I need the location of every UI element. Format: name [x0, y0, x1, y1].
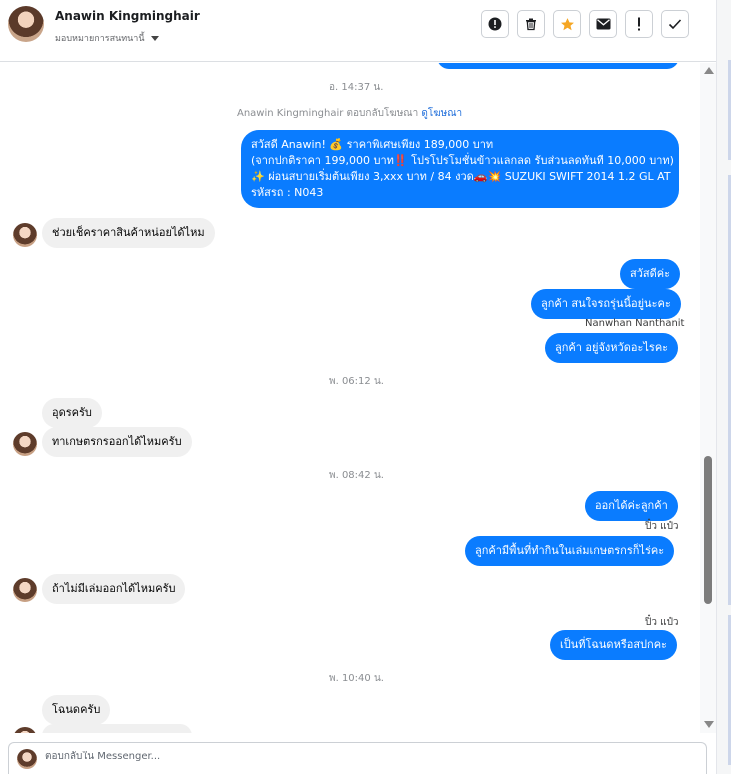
ad-message-line: รหัสรถ : N043: [251, 186, 324, 199]
customer-avatar: [13, 432, 37, 456]
scrollbar-thumb[interactable]: [704, 456, 712, 604]
customer-avatar: [13, 223, 37, 247]
caret-down-icon: [150, 35, 159, 41]
ad-message-line: ✨ ผ่อนสบายเริ่มต้นเพียง 3,xxx บาท / 84 ง…: [251, 170, 671, 183]
sender-name: ปิ๋ว แป๋ว: [645, 617, 679, 628]
message-bubble-outgoing[interactable]: ลูกค้ามีพื้นที่ทำกินในเล่มเกษตรกรก็ไร่คะ: [465, 536, 675, 566]
assign-label: มอบหมายการสนทนานี้: [55, 34, 145, 44]
timestamp: พ. 10:40 น.: [329, 673, 384, 684]
message-bubble-incoming[interactable]: โฉนดครับ: [42, 695, 111, 725]
customer-avatar: [13, 578, 37, 602]
action-toolbar: [481, 10, 689, 38]
message-bubble-outgoing[interactable]: ออกได้ค่ะลูกค้า: [585, 491, 678, 521]
conversation-header: Anawin Kingminghair มอบหมายการสนทนานี้: [0, 0, 716, 62]
sender-name: Nanwhan Nanthanit: [585, 318, 685, 329]
message-bubble-outgoing[interactable]: ลูกค้า สนใจรถรุ่นนี้อยู่นะคะ: [531, 289, 681, 319]
reply-composer: [8, 742, 707, 774]
alert-circle-icon: [488, 17, 502, 31]
ad-reply-notice: Anawin Kingminghair ตอบกลับโฆษณา ดูโฆษณา: [237, 106, 462, 121]
mark-unread-button[interactable]: [589, 10, 617, 38]
message-thread[interactable]: อ. 14:37 น. Anawin Kingminghair ตอบกลับโ…: [0, 63, 700, 733]
delete-button[interactable]: [517, 10, 545, 38]
checkmark-icon: [668, 19, 682, 30]
ad-reply-text: Anawin Kingminghair ตอบกลับโฆษณา: [237, 108, 419, 119]
message-bubble-incoming[interactable]: ทาเกษตรกรออกได้ไหมครับ: [42, 427, 192, 457]
message-bubble-incoming[interactable]: ช่วยเช็คราคาสินค้าหน่อยได้ไหม: [42, 218, 215, 248]
contact-name[interactable]: Anawin Kingminghair: [55, 9, 200, 23]
right-side-panel-edge: [716, 0, 731, 774]
envelope-icon: [596, 18, 610, 30]
message-bubble-incoming[interactable]: อุดรครับ: [42, 398, 102, 428]
sender-name: ปิ๋ว แป๋ว: [645, 521, 679, 532]
view-ad-link[interactable]: ดูโฆษณา: [421, 108, 462, 119]
mark-spam-button[interactable]: [481, 10, 509, 38]
ad-message-line: สวัสดี Anawin! 💰 ราคาพิเศษเพียง 189,000 …: [251, 138, 494, 151]
trash-icon: [526, 18, 536, 31]
page-avatar: [17, 749, 37, 769]
mark-done-button[interactable]: [661, 10, 689, 38]
thread-scrollbar[interactable]: [700, 63, 716, 733]
reply-input[interactable]: [45, 751, 685, 762]
timestamp: พ. 06:12 น.: [329, 376, 384, 387]
scroll-down-arrow-icon[interactable]: [704, 721, 714, 728]
star-button[interactable]: [553, 10, 581, 38]
message-bubble-outgoing[interactable]: สวัสดีค่ะ: [620, 259, 681, 289]
customer-avatar: [13, 727, 37, 733]
star-icon: [560, 17, 574, 30]
message-bubble-outgoing[interactable]: เป็นที่โฉนดหรือสปกคะ: [550, 630, 677, 660]
ad-message-line: (จากปกติราคา 199,000 บาท‼️ โปรโปรโมชั่นข…: [251, 154, 674, 167]
message-bubble-outgoing-cropped[interactable]: [437, 63, 679, 69]
timestamp: พ. 08:42 น.: [329, 470, 384, 481]
scroll-up-arrow-icon[interactable]: [704, 67, 714, 74]
message-bubble-incoming[interactable]: ถ้าไม่มีเล่มออกได้ไหมครับ: [42, 574, 186, 604]
message-bubble-ad-template[interactable]: สวัสดี Anawin! 💰 ราคาพิเศษเพียง 189,000 …: [241, 130, 679, 208]
assign-conversation-dropdown[interactable]: มอบหมายการสนทนานี้: [55, 31, 159, 45]
message-bubble-outgoing[interactable]: ลูกค้า อยู่จังหวัดอะไรคะ: [545, 333, 679, 363]
follow-up-button[interactable]: [625, 10, 653, 38]
exclamation-icon: [638, 17, 640, 31]
timestamp: อ. 14:37 น.: [329, 82, 384, 93]
contact-avatar[interactable]: [8, 6, 44, 42]
message-bubble-incoming-cropped[interactable]: [42, 724, 192, 733]
